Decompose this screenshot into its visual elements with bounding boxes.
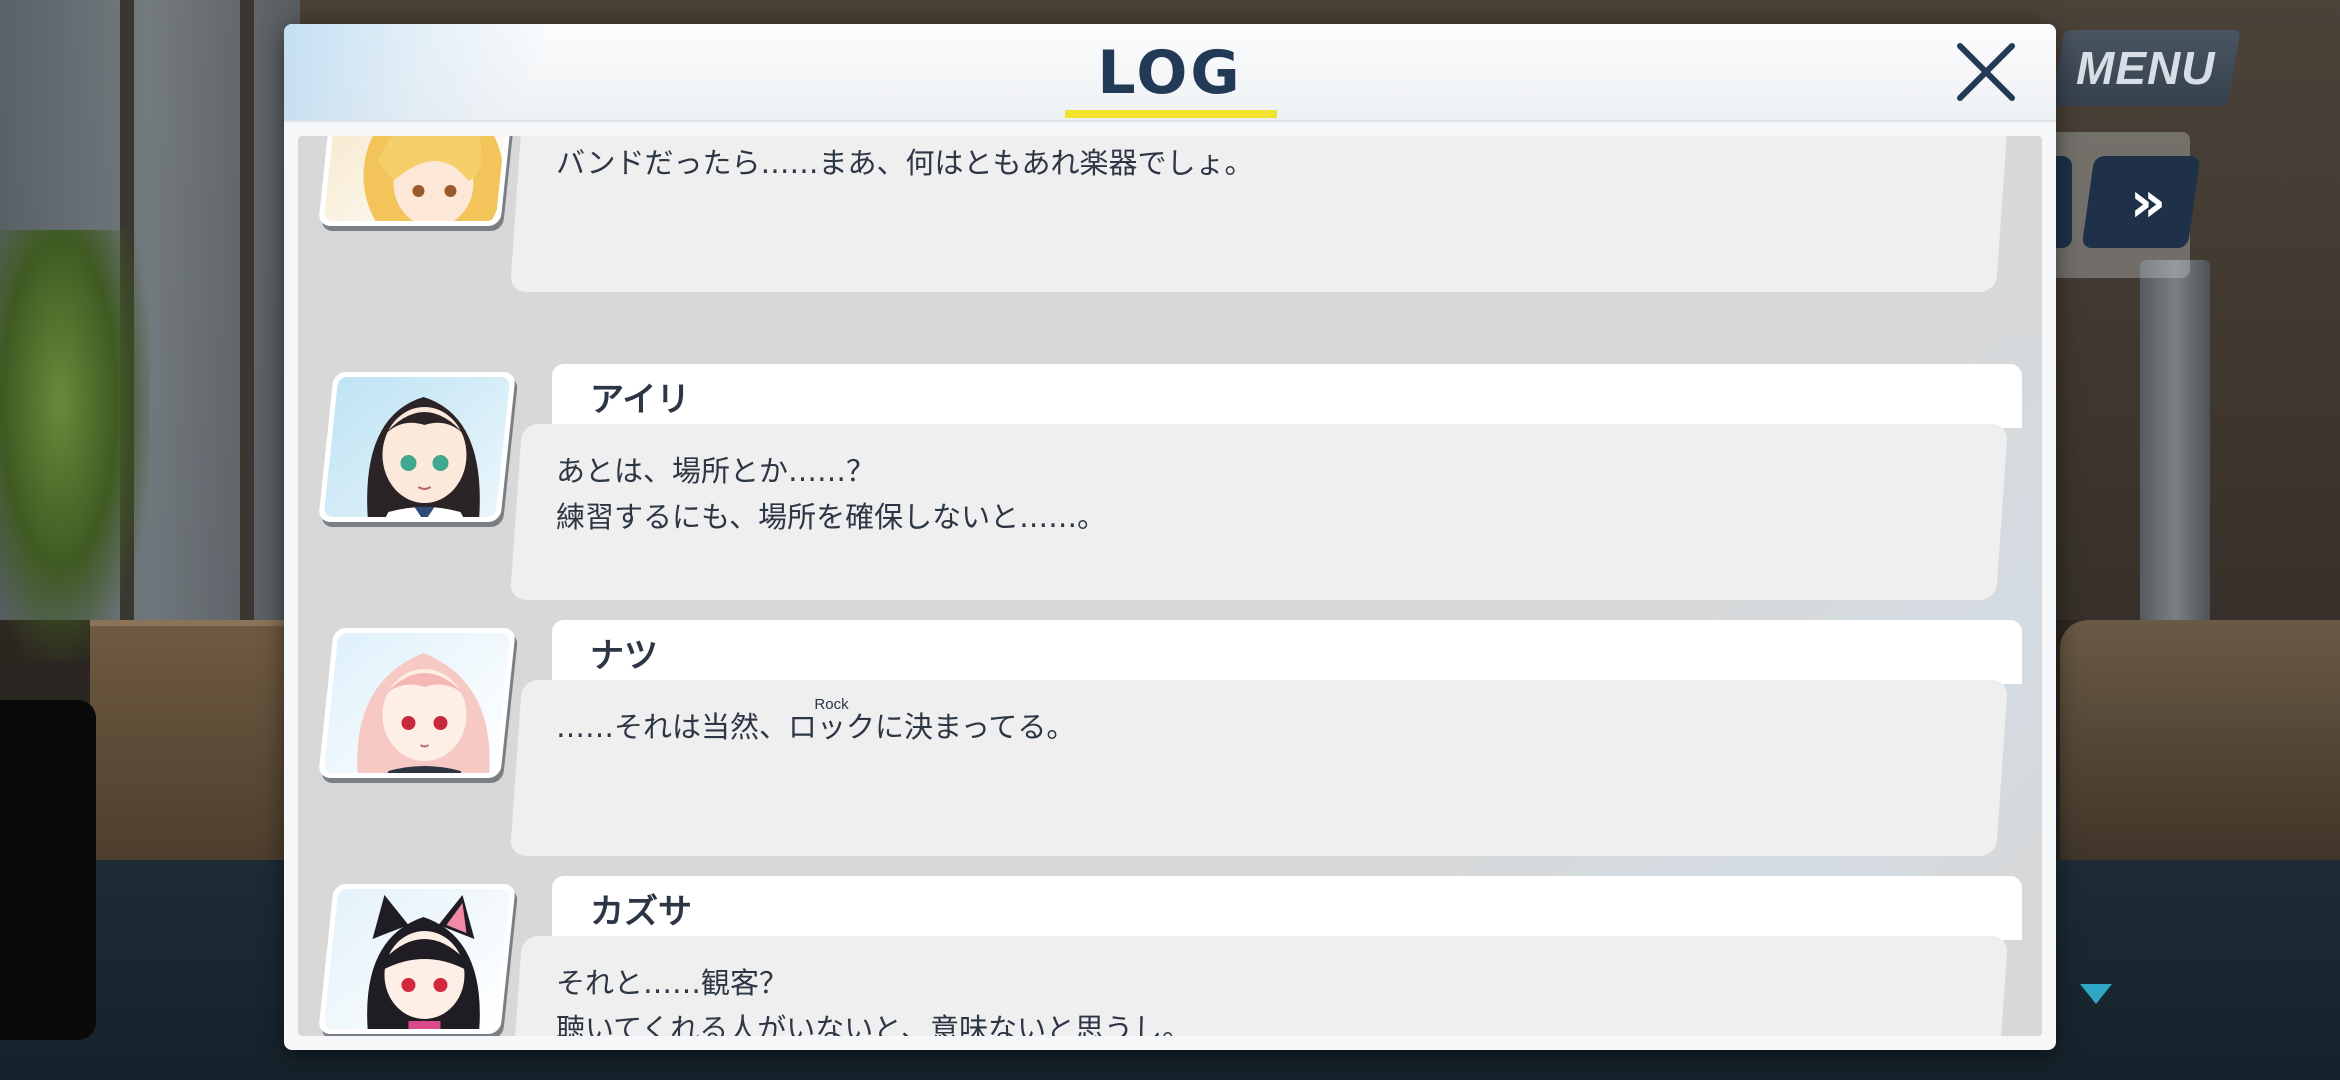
title-underline: [1065, 110, 1277, 118]
character-portrait-blonde: [318, 136, 516, 226]
log-list[interactable]: バンドだったら……まあ、何はともあれ楽器でしょ。 アイリ あとは、場所とか……？…: [298, 136, 2042, 1036]
speaker-tab: [552, 364, 2022, 428]
dialogue-text: あとは、場所とか……？ 練習するにも、場所を確保しないと……。: [556, 448, 1106, 540]
background-sofa: [2060, 620, 2340, 880]
fast-forward-icon: »: [2129, 169, 2153, 235]
background-plant: [0, 230, 150, 660]
speaker-tab: [552, 620, 2022, 684]
bubble-tail: [516, 736, 534, 768]
log-entry: ナツ ……それは当然、ロック Rock に決まってる。: [298, 620, 2042, 860]
ruby-annotated-word: ロック Rock: [788, 696, 875, 750]
bubble-tail: [516, 480, 534, 512]
menu-button[interactable]: MENU: [2051, 30, 2241, 106]
log-dialog: LOG バンドだったら……まあ、何はともあれ楽器でしょ。 アイリ あとは、場所と…: [284, 24, 2056, 1050]
triangle-down-icon: [2080, 984, 2112, 1004]
ruby-annotation: Rock: [814, 696, 849, 713]
dialogue-segment: ……それは当然、: [556, 710, 789, 744]
speaker-name: ナツ: [590, 636, 658, 676]
character-portrait-kazusa: [318, 884, 516, 1034]
bubble-tail: [516, 172, 534, 204]
speaker-tab: [552, 876, 2022, 940]
log-entry: アイリ あとは、場所とか……？ 練習するにも、場所を確保しないと……。: [298, 364, 2042, 604]
dialogue-text: それと……観客？ 聴いてくれる人がいないと、意味ないと思うし。: [556, 960, 1191, 1036]
dialogue-line: あとは、場所とか……？: [556, 454, 876, 488]
log-header: LOG: [284, 24, 2056, 122]
dialogue-segment: に決まってる。: [875, 710, 1076, 744]
speaker-name: カズサ: [590, 892, 692, 932]
dialogue-text: バンドだったら……まあ、何はともあれ楽器でしょ。: [556, 140, 1253, 186]
background-window-frame: [240, 0, 254, 620]
fast-forward-button[interactable]: »: [2081, 156, 2201, 248]
dialogue-line: ……それは当然、ロック Rock に決まってる。: [556, 696, 1076, 750]
bubble-tail: [516, 992, 534, 1024]
dialogue-text: ……それは当然、ロック Rock に決まってる。: [556, 696, 1076, 750]
character-portrait-airi: [318, 372, 516, 522]
character-portrait-natsu: [318, 628, 516, 778]
dialogue-line: 聴いてくれる人がいないと、意味ないと思うし。: [556, 1012, 1192, 1036]
menu-button-label: MENU: [2076, 42, 2216, 94]
close-button[interactable]: [1952, 38, 2020, 106]
speaker-name: アイリ: [590, 380, 691, 420]
log-entry: バンドだったら……まあ、何はともあれ楽器でしょ。: [298, 136, 2042, 296]
dialogue-line: バンドだったら……まあ、何はともあれ楽器でしょ。: [556, 146, 1254, 180]
background-shelf: [90, 620, 290, 886]
close-icon: [1957, 43, 2015, 101]
log-title: LOG: [1097, 38, 1243, 108]
dialogue-line: 練習するにも、場所を確保しないと……。: [556, 500, 1107, 534]
dialogue-line: それと……観客？: [556, 966, 789, 1000]
log-entry: カズサ それと……観客？ 聴いてくれる人がいないと、意味ないと思うし。: [298, 876, 2042, 1036]
left-side-panel: [0, 700, 96, 1040]
